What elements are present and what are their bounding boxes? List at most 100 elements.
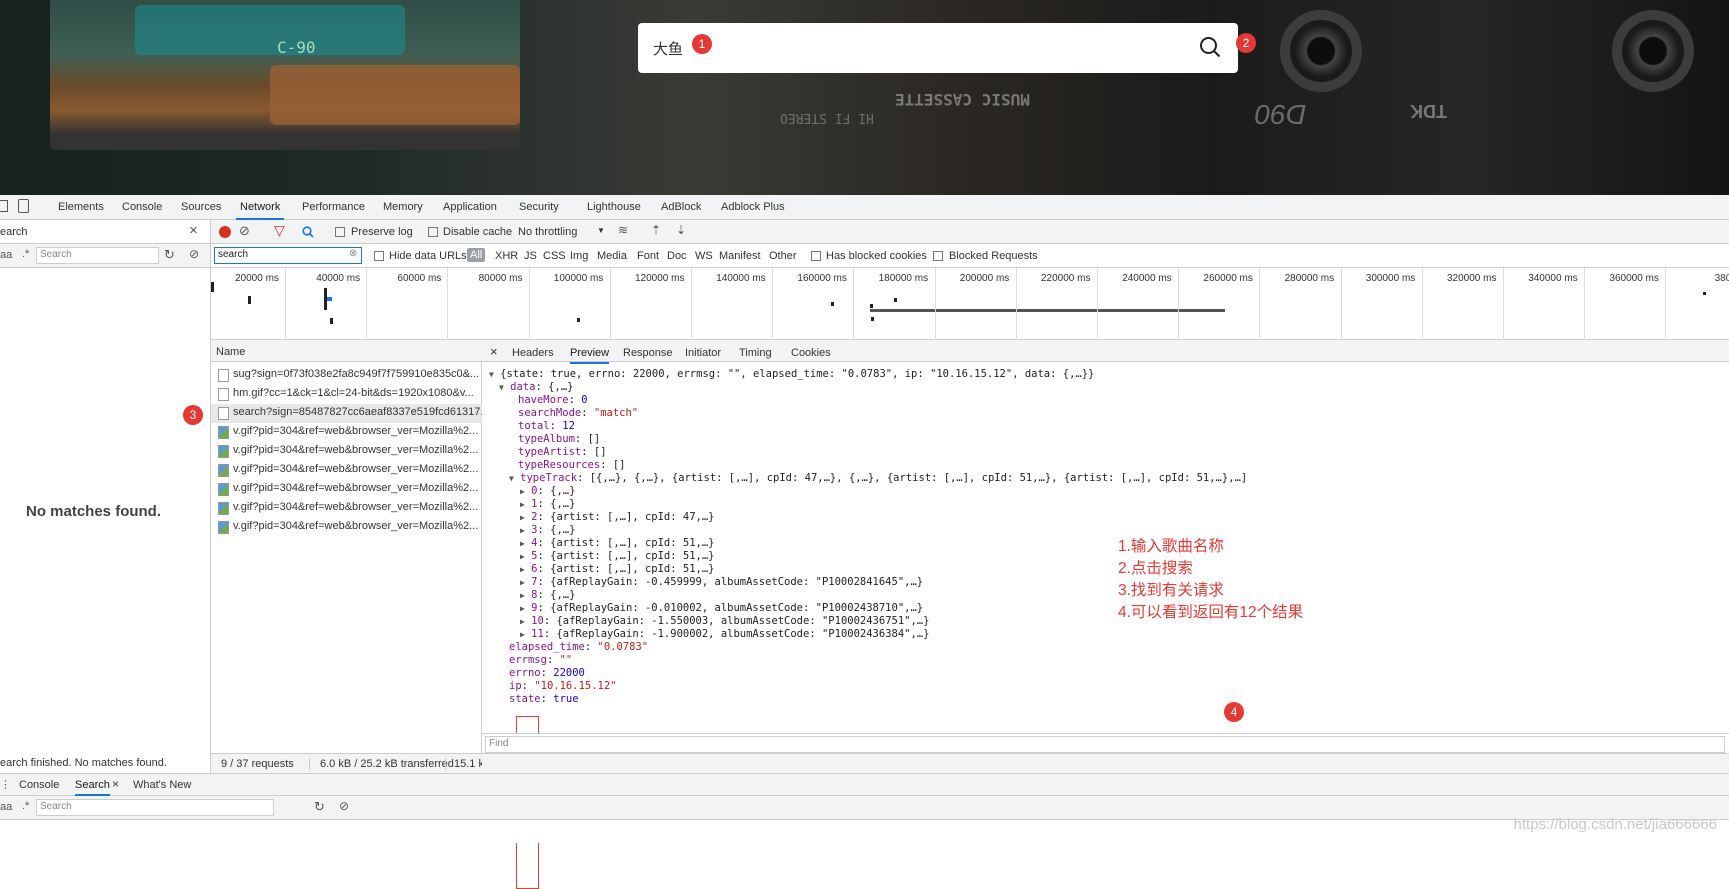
expand-triangle-icon[interactable]: ▶ (520, 617, 525, 626)
expand-triangle-icon[interactable]: ▶ (520, 487, 525, 496)
expand-triangle-icon[interactable]: ▼ (499, 383, 504, 392)
clear-log-icon[interactable]: ⊘ (239, 223, 250, 239)
find-input[interactable]: Find (485, 736, 1725, 753)
filter-media[interactable]: Media (597, 250, 627, 262)
tab-performance[interactable]: Performance (302, 201, 365, 213)
match-case-toggle[interactable]: aa (0, 801, 12, 813)
expand-triangle-icon[interactable]: ▶ (520, 526, 525, 535)
request-row[interactable]: sug?sign=0f73f038e2fa8c949f7f759910e835c… (211, 366, 482, 385)
throttling-select[interactable]: No throttling (518, 226, 577, 238)
refresh-icon[interactable]: ↻ (164, 247, 175, 263)
close-preview-icon[interactable]: × (490, 344, 498, 359)
upload-icon[interactable]: ⇡ (651, 223, 661, 237)
expand-triangle-icon[interactable]: ▼ (509, 474, 514, 483)
filter-xhr[interactable]: XHR (495, 250, 518, 262)
expand-triangle-icon[interactable]: ▶ (520, 604, 525, 613)
regex-toggle[interactable]: .* (22, 248, 29, 260)
expand-triangle-icon[interactable]: ▶ (520, 565, 525, 574)
json-track-line[interactable]: ▶ 0: {,…} (520, 485, 575, 497)
download-icon[interactable]: ⇣ (676, 223, 686, 237)
name-column-header[interactable]: Name (211, 340, 482, 362)
request-row[interactable]: v.gif?pid=304&ref=web&browser_ver=Mozill… (211, 499, 482, 518)
clear-icon[interactable]: ⊘ (189, 247, 199, 261)
expand-triangle-icon[interactable]: ▶ (520, 578, 525, 587)
request-row[interactable]: v.gif?pid=304&ref=web&browser_ver=Mozill… (211, 423, 482, 442)
left-search-input[interactable]: Search (36, 247, 159, 264)
refresh-icon[interactable]: ↻ (314, 799, 325, 815)
tab-adblock[interactable]: AdBlock (661, 201, 701, 213)
request-row[interactable]: v.gif?pid=304&ref=web&browser_ver=Mozill… (211, 442, 482, 461)
expand-triangle-icon[interactable]: ▶ (520, 539, 525, 548)
network-timeline-overview[interactable]: 20000 ms 40000 ms 60000 ms 80000 ms 100000 m… (211, 268, 1729, 340)
json-field-line[interactable]: ip: "10.16.15.12" (509, 680, 617, 692)
preserve-log-checkbox[interactable] (335, 227, 345, 237)
drawer-tab-console[interactable]: Console (19, 779, 59, 791)
song-search-input[interactable]: 大鱼 (653, 38, 683, 59)
drawer-tab-search[interactable]: Search (75, 779, 110, 796)
clear-icon[interactable]: ⊘ (339, 799, 349, 813)
drawer-search-input[interactable]: Search (36, 799, 274, 816)
close-icon[interactable]: × (189, 222, 198, 239)
json-field-line[interactable]: state: true (509, 693, 579, 705)
filter-manifest[interactable]: Manifest (719, 250, 761, 262)
filter-ws[interactable]: WS (695, 250, 713, 262)
json-field-line[interactable]: typeAlbum: [] (518, 433, 600, 445)
filter-icon[interactable]: ▽ (274, 222, 285, 239)
expand-triangle-icon[interactable]: ▼ (489, 370, 494, 379)
tab-sources[interactable]: Sources (181, 201, 221, 213)
preview-tab-initiator[interactable]: Initiator (685, 347, 721, 359)
tab-elements[interactable]: Elements (58, 201, 104, 213)
hide-data-urls-checkbox[interactable] (374, 251, 384, 261)
json-track-line[interactable]: ▶ 3: {,…} (520, 524, 575, 536)
record-button[interactable] (219, 226, 231, 238)
json-track-line[interactable]: ▶ 7: {afReplayGain: -0.459999, albumAsse… (520, 576, 923, 588)
tab-memory[interactable]: Memory (383, 201, 423, 213)
filter-css[interactable]: CSS (543, 250, 566, 262)
json-track-line[interactable]: ▶ 6: {artist: [,…], cpId: 51,…} (520, 563, 715, 575)
json-root-line[interactable]: ▼ {state: true, errno: 22000, errmsg: ""… (489, 368, 1094, 380)
drawer-menu-icon[interactable]: ⋮ (0, 778, 11, 791)
preview-tab-preview[interactable]: Preview (570, 347, 610, 364)
wifi-icon[interactable]: ≋ (618, 223, 628, 237)
json-field-line[interactable]: haveMore: 0 (518, 394, 588, 406)
drawer-tab-whats-new[interactable]: What's New (133, 779, 191, 791)
filter-other[interactable]: Other (769, 250, 797, 262)
filter-js[interactable]: JS (524, 250, 537, 262)
preview-tab-cookies[interactable]: Cookies (791, 347, 831, 359)
json-field-line[interactable]: total: 12 (518, 420, 575, 432)
json-field-line[interactable]: typeResources: [] (518, 459, 626, 471)
tab-adblock-plus[interactable]: Adblock Plus (721, 201, 785, 213)
expand-triangle-icon[interactable]: ▶ (520, 552, 525, 561)
json-field-line[interactable]: elapsed_time: "0.0783" (509, 641, 648, 653)
expand-triangle-icon[interactable]: ▶ (520, 513, 525, 522)
device-toggle-icon[interactable] (18, 199, 29, 213)
json-field-line[interactable]: typeArtist: [] (518, 446, 607, 458)
request-row[interactable]: search?sign=85487827cc6aeaf8337e519fcd61… (211, 404, 482, 423)
search-icon[interactable] (1199, 36, 1221, 58)
network-filter-input[interactable]: search (214, 247, 362, 264)
json-track-line[interactable]: ▶ 4: {artist: [,…], cpId: 51,…} (520, 537, 715, 549)
json-track-line[interactable]: ▶ 8: {,…} (520, 589, 575, 601)
expand-triangle-icon[interactable]: ▶ (520, 630, 525, 639)
preview-tab-timing[interactable]: Timing (739, 347, 772, 359)
request-row[interactable]: v.gif?pid=304&ref=web&browser_ver=Mozill… (211, 518, 482, 537)
tab-lighthouse[interactable]: Lighthouse (587, 201, 641, 213)
regex-toggle[interactable]: .* (22, 800, 29, 812)
filter-img[interactable]: Img (570, 250, 588, 262)
json-field-line[interactable]: errno: 22000 (509, 667, 585, 679)
preview-tab-response[interactable]: Response (623, 347, 673, 359)
inspect-icon[interactable] (0, 200, 8, 212)
json-field-line[interactable]: errmsg: "" (509, 654, 572, 666)
json-track-line[interactable]: ▶ 10: {afReplayGain: -1.550003, albumAss… (520, 615, 929, 627)
disable-cache-checkbox[interactable] (428, 227, 438, 237)
request-row[interactable]: hm.gif?cc=1&ck=1&cl=24-bit&ds=1920x1080&… (211, 385, 482, 404)
json-typetrack-line[interactable]: ▼ typeTrack: [{,…}, {,…}, {artist: [,…],… (509, 472, 1247, 484)
json-track-line[interactable]: ▶ 2: {artist: [,…], cpId: 47,…} (520, 511, 715, 523)
expand-triangle-icon[interactable]: ▶ (520, 500, 525, 509)
filter-all-button[interactable]: All (467, 248, 486, 262)
match-case-toggle[interactable]: aa (0, 249, 12, 261)
tab-console[interactable]: Console (122, 201, 162, 213)
preview-tab-headers[interactable]: Headers (512, 347, 554, 359)
expand-triangle-icon[interactable]: ▶ (520, 591, 525, 600)
tab-application[interactable]: Application (443, 201, 497, 213)
